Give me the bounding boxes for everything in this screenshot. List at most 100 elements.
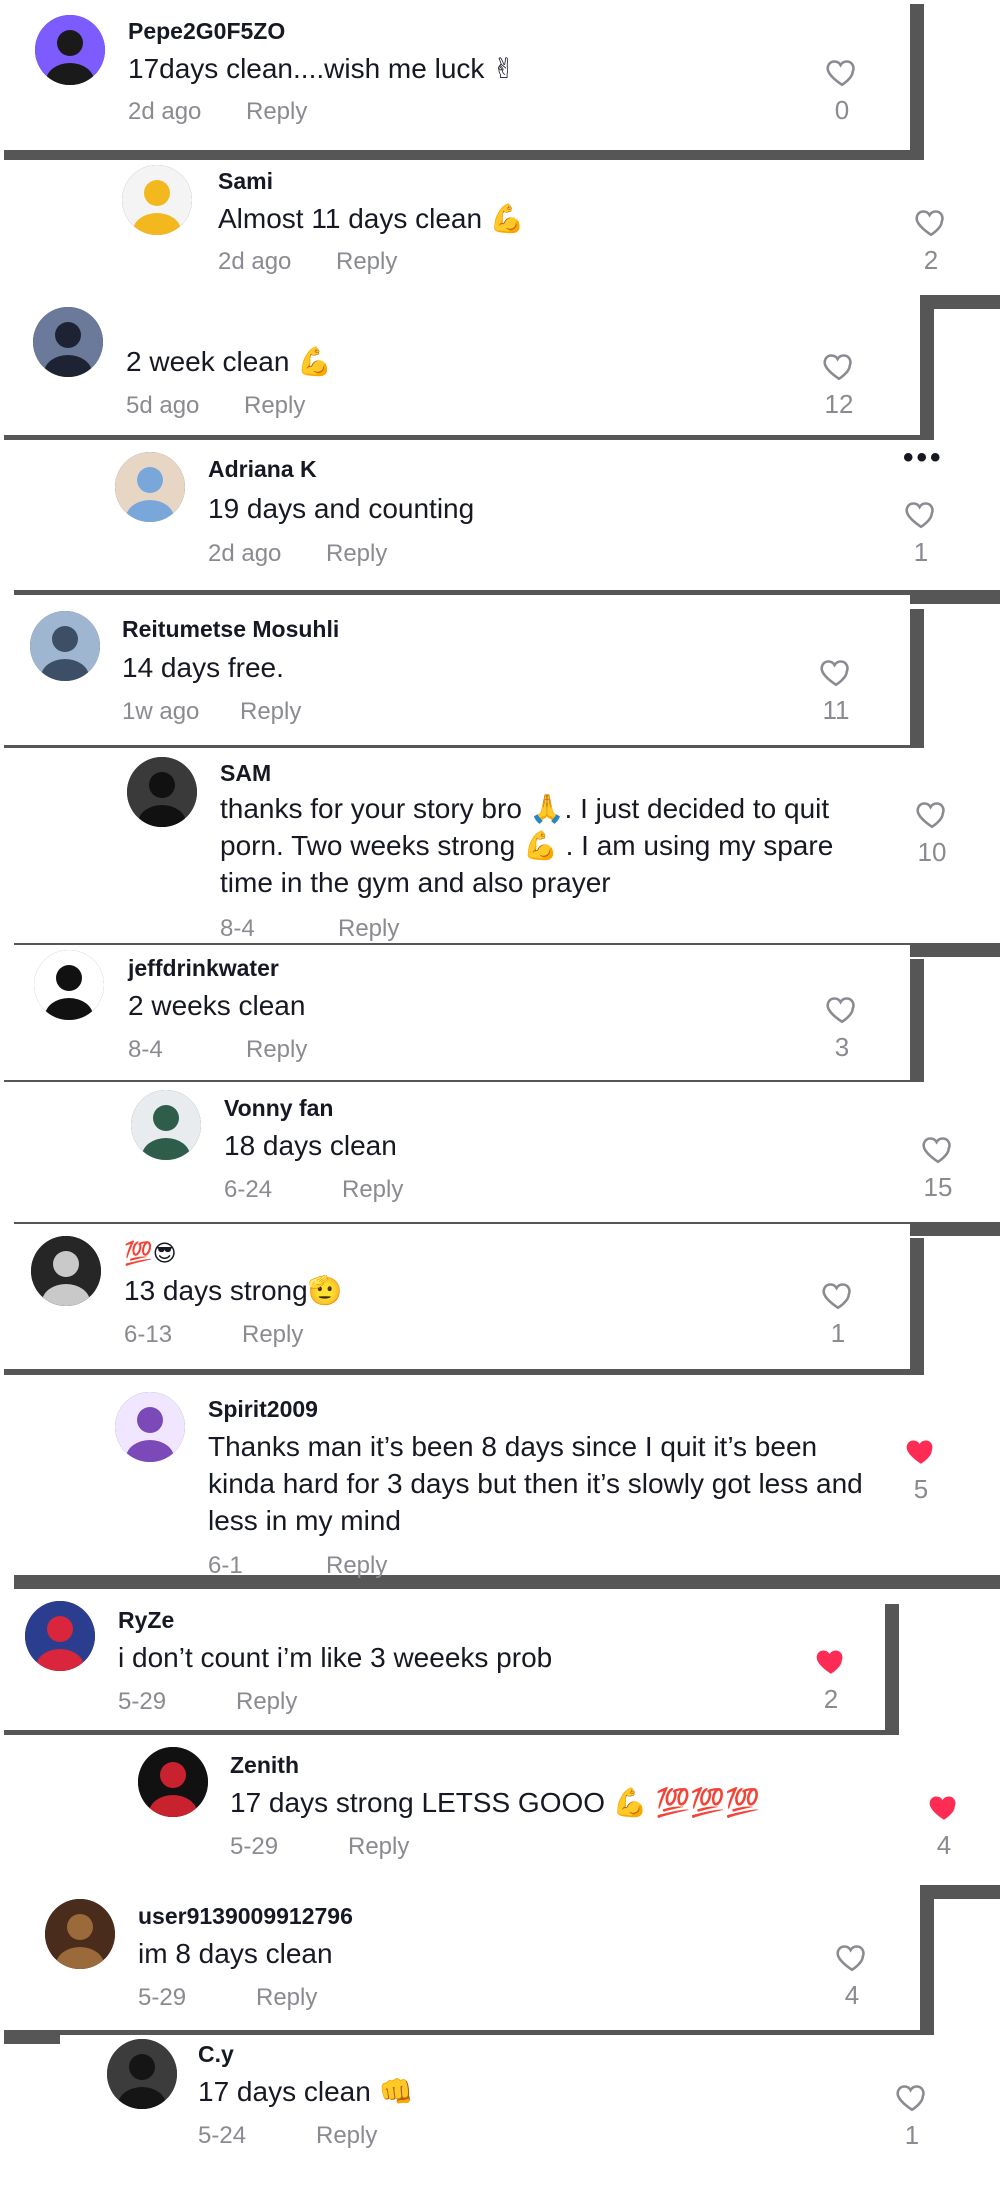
avatar[interactable] — [35, 15, 105, 85]
comment-card: Adriana K 19 days and counting 2d ago Reply… — [0, 440, 1000, 590]
avatar[interactable] — [115, 452, 185, 522]
comment-timestamp: 2d ago — [218, 248, 292, 275]
like-count: 2 — [823, 1684, 839, 1714]
comment-username[interactable]: C.y — [198, 2041, 234, 2068]
reply-button[interactable]: Reply — [246, 98, 307, 126]
comment-card: user9139009912796 im 8 days clean 5-29 Repl… — [0, 1885, 920, 2030]
avatar[interactable] — [131, 1090, 201, 1160]
comment-card: Reitumetse Mosuhli 14 days free. 1w ago Rep… — [0, 595, 910, 745]
comment-card: jeffdrinkwater 2 weeks clean 8-4 Reply 3 — [0, 945, 910, 1080]
like-count: 5 — [913, 1474, 929, 1504]
like-button[interactable]: 3 — [822, 992, 862, 1063]
comment-timestamp: 6-24 — [224, 1176, 273, 1203]
comment-text: thanks for your story bro 🙏. I just deci… — [220, 793, 834, 898]
comment-username[interactable]: Sami — [218, 168, 273, 195]
comment-card: RyZe i don’t count i’m like 3 weeeks prob… — [0, 1590, 885, 1730]
like-button[interactable]: 0 — [822, 55, 862, 126]
comment-timestamp: 6-1 — [208, 1552, 243, 1579]
reply-button[interactable]: Reply — [336, 248, 397, 276]
avatar[interactable] — [138, 1747, 208, 1817]
comment-card: Vonny fan 18 days clean 6-24 Reply 15 — [0, 1082, 1000, 1222]
comment-timestamp: 8-4 — [220, 915, 255, 942]
comment-card: ⠀⠀⠀⠀⠀⠀⠀ 2 week clean 💪 5d ago Reply 12 — [0, 295, 920, 435]
like-button[interactable]: 1 — [818, 1278, 858, 1349]
like-button[interactable]: 4 — [924, 1790, 964, 1861]
like-button[interactable]: 2 — [911, 205, 951, 276]
like-count: 10 — [917, 837, 947, 867]
comment-username[interactable]: Reitumetse Mosuhli — [122, 616, 339, 643]
comment-card: C.y 17 days clean 👊 5-24 Reply 1 — [60, 2035, 1000, 2185]
heart-filled-icon — [811, 1644, 851, 1678]
like-count: 2 — [923, 245, 939, 275]
reply-button[interactable]: Reply — [338, 915, 399, 943]
comment-timestamp: 2d ago — [208, 540, 282, 567]
like-button[interactable]: 12 — [819, 349, 859, 420]
reply-button[interactable]: Reply — [246, 1036, 307, 1064]
reply-button[interactable]: Reply — [326, 540, 387, 568]
comment-timestamp: 1w ago — [122, 698, 200, 725]
comment-text: i don’t count i’m like 3 weeeks prob — [118, 1642, 553, 1673]
reply-button[interactable]: Reply — [342, 1176, 403, 1204]
reply-button[interactable]: Reply — [240, 698, 301, 726]
comment-card: Pepe2G0F5ZO 17days clean....wish me luck … — [0, 0, 910, 150]
reply-button[interactable]: Reply — [236, 1688, 297, 1716]
heart-filled-icon — [924, 1790, 964, 1824]
avatar[interactable] — [25, 1601, 95, 1671]
like-count: 0 — [834, 95, 850, 125]
avatar[interactable] — [107, 2039, 177, 2109]
reply-button[interactable]: Reply — [244, 392, 305, 420]
like-button[interactable]: 1 — [901, 497, 941, 568]
comment-username[interactable]: Spirit2009 — [208, 1396, 318, 1423]
comment-username[interactable]: Pepe2G0F5ZO — [128, 18, 285, 45]
like-button[interactable]: 11 — [816, 655, 856, 726]
heart-outline-icon — [892, 2080, 932, 2114]
avatar[interactable] — [33, 307, 103, 377]
comment-username[interactable]: SAM — [220, 760, 271, 787]
like-button[interactable]: 4 — [832, 1940, 872, 2011]
like-button[interactable]: 2 — [811, 1644, 851, 1715]
comment-username[interactable]: RyZe — [118, 1607, 174, 1634]
reply-button[interactable]: Reply — [348, 1833, 409, 1861]
like-button[interactable]: 15 — [918, 1132, 958, 1203]
comment-text: Thanks man it’s been 8 days since I quit… — [208, 1431, 863, 1536]
like-button[interactable]: 1 — [892, 2080, 932, 2151]
like-count: 12 — [824, 389, 854, 419]
avatar[interactable] — [115, 1392, 185, 1462]
comment-username[interactable]: Adriana K — [208, 456, 317, 483]
avatar[interactable] — [30, 611, 100, 681]
comment-username[interactable]: ⠀⠀⠀⠀⠀⠀⠀ — [126, 312, 252, 339]
reply-button[interactable]: Reply — [256, 1984, 317, 2012]
comment-timestamp: 2d ago — [128, 98, 202, 125]
avatar[interactable] — [34, 950, 104, 1020]
like-count: 4 — [936, 1830, 952, 1860]
comment-timestamp: 8-4 — [128, 1036, 163, 1063]
heart-outline-icon — [819, 349, 859, 383]
comment-username[interactable]: user9139009912796 — [138, 1903, 353, 1930]
comment-text: im 8 days clean — [138, 1938, 333, 1969]
reply-button[interactable]: Reply — [326, 1552, 387, 1580]
like-button[interactable]: 5 — [901, 1434, 941, 1505]
reply-button[interactable]: Reply — [242, 1321, 303, 1349]
avatar[interactable] — [45, 1899, 115, 1969]
comment-timestamp: 6-13 — [124, 1321, 173, 1348]
comment-username[interactable]: Zenith — [230, 1752, 299, 1779]
comment-card: Zenith 17 days strong LETSS GOOO 💪 💯💯💯 5-2… — [0, 1735, 1000, 1885]
like-button[interactable]: 10 — [912, 797, 952, 868]
comment-text: 14 days free. — [122, 652, 284, 683]
reply-button[interactable]: Reply — [316, 2122, 377, 2150]
comment-username[interactable]: 💯😎 — [124, 1240, 177, 1267]
comment-card: 💯😎 13 days strong🫡 6-13 Reply 1 — [0, 1224, 910, 1369]
heart-outline-icon — [822, 992, 862, 1026]
comment-timestamp: 5-24 — [198, 2122, 247, 2149]
more-options-icon[interactable]: ••• — [903, 441, 944, 475]
like-count: 1 — [830, 1318, 846, 1348]
comment-text: 17 days clean 👊 — [198, 2076, 414, 2107]
avatar[interactable] — [31, 1236, 101, 1306]
heart-outline-icon — [911, 205, 951, 239]
comment-card: SAM thanks for your story bro 🙏. I just d… — [0, 748, 1000, 943]
comment-username[interactable]: Vonny fan — [224, 1095, 333, 1122]
avatar[interactable] — [122, 165, 192, 235]
avatar[interactable] — [127, 757, 197, 827]
comment-username[interactable]: jeffdrinkwater — [128, 955, 279, 982]
like-count: 15 — [923, 1172, 953, 1202]
